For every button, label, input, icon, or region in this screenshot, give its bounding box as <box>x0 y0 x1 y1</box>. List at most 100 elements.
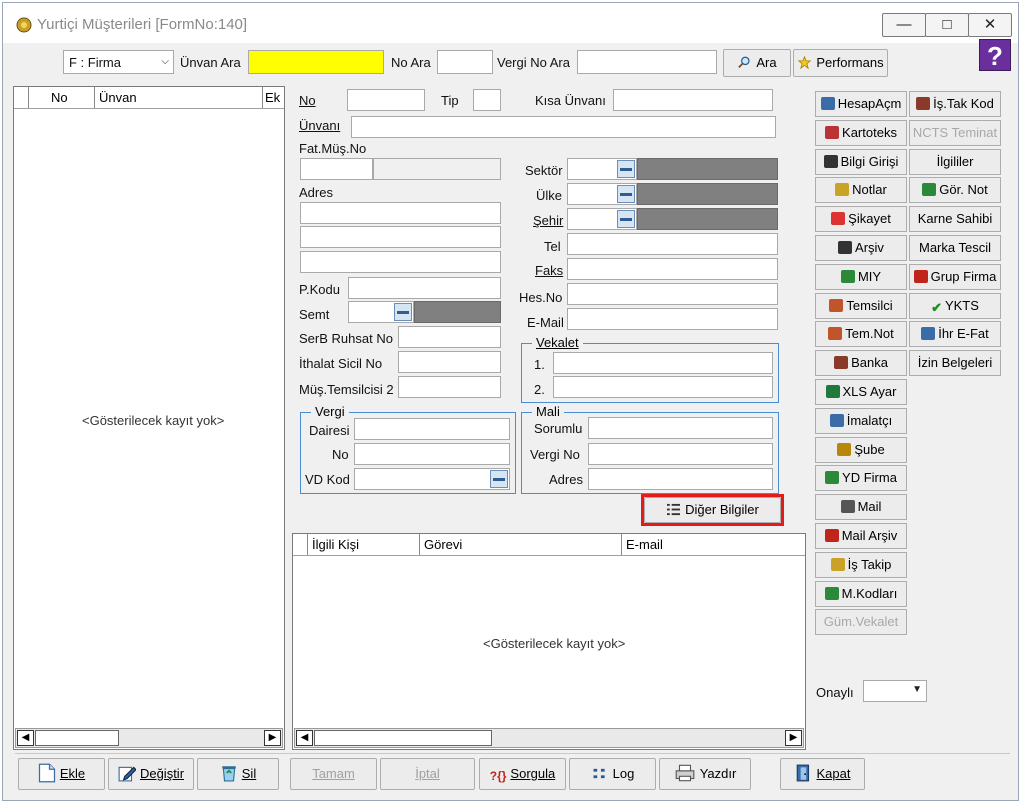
email-field[interactable] <box>567 308 778 330</box>
help-icon[interactable]: ? <box>979 39 1011 71</box>
sil-button[interactable]: Sil <box>197 758 279 790</box>
scroll-right-icon[interactable]: ▶ <box>264 730 281 746</box>
mali-adres-field[interactable] <box>588 468 773 490</box>
right-button-col2-8[interactable]: İhr E-Fat <box>909 321 1001 348</box>
right-button-col1-13[interactable]: YD Firma <box>815 465 907 492</box>
scroll-right-icon[interactable]: ▶ <box>785 730 802 746</box>
right-button-col1-7[interactable]: Temsilci <box>815 292 907 319</box>
hes-no-field[interactable] <box>567 283 778 305</box>
mus-temsilcisi2-field[interactable] <box>398 376 501 398</box>
right-button-col1-8[interactable]: Tem.Not <box>815 321 907 348</box>
right-button-col1-17[interactable]: M.Kodları <box>815 580 907 607</box>
vergi-no-field[interactable] <box>354 443 510 465</box>
contacts-scrollbar[interactable]: ◀ ▶ <box>294 728 804 748</box>
no-search-input[interactable] <box>437 50 493 74</box>
adres-line3-field[interactable] <box>300 251 501 273</box>
onayli-combo[interactable]: ▼ <box>863 680 927 702</box>
adres-line2-field[interactable] <box>300 226 501 248</box>
vekalet-row2-field[interactable] <box>553 376 773 398</box>
column-header-ilgili-kisi[interactable]: İlgili Kişi <box>307 534 419 555</box>
semt-field[interactable] <box>348 301 414 323</box>
ekle-button[interactable]: Ekle <box>18 758 105 790</box>
right-button-col2-3[interactable]: Gör. Not <box>909 177 1001 204</box>
sektor-lookup-icon[interactable] <box>617 160 635 178</box>
right-button-col1-11[interactable]: İmalatçı <box>815 407 907 434</box>
right-button-col1-9[interactable]: Banka <box>815 350 907 377</box>
vekalet-row1-field[interactable] <box>553 352 773 374</box>
fat-mus-no-field[interactable] <box>300 158 373 180</box>
right-button-label: Mail <box>857 499 882 515</box>
iptal-button[interactable]: İptal <box>380 758 475 790</box>
yazdir-button[interactable]: Yazdır <box>659 758 751 790</box>
ulke-lookup-icon[interactable] <box>617 185 635 203</box>
semt-lookup-icon[interactable] <box>394 303 412 321</box>
sehir-field[interactable] <box>567 208 637 230</box>
right-button-col1-16[interactable]: İş Takip <box>815 551 907 578</box>
right-button-col2-7[interactable]: ✔ YKTS <box>909 292 1001 319</box>
log-button[interactable]: Log <box>569 758 656 790</box>
column-header-no[interactable]: No <box>28 87 94 108</box>
right-button-col2-2[interactable]: İlgililer <box>909 148 1001 175</box>
serb-ruhsat-no-field[interactable] <box>398 326 501 348</box>
adres-line1-field[interactable] <box>300 202 501 224</box>
right-button-col1-0[interactable]: HesapAçm <box>815 91 907 117</box>
type-combo[interactable]: F : Firma ⌵ <box>63 50 174 74</box>
scroll-thumb[interactable] <box>35 730 119 746</box>
no-field[interactable] <box>347 89 425 111</box>
performans-button[interactable]: Performans <box>793 49 888 77</box>
faks-field[interactable] <box>567 258 778 280</box>
column-header-ek[interactable]: Ek <box>262 87 284 108</box>
right-button-col1-6[interactable]: MIY <box>815 263 907 290</box>
degistir-button[interactable]: Değiştir <box>108 758 194 790</box>
mali-sorumlu-field[interactable] <box>588 417 773 439</box>
right-button-col1-12[interactable]: Şube <box>815 436 907 463</box>
right-button-col2-9[interactable]: İzin Belgeleri <box>909 350 1001 377</box>
right-button-col2-0[interactable]: İş.Tak Kod <box>909 91 1001 117</box>
scroll-left-icon[interactable]: ◀ <box>17 730 34 746</box>
scroll-thumb[interactable] <box>314 730 492 746</box>
customer-list-grid[interactable]: No Ünvan Ek <Gösterilecek kayıt yok> ◀ ▶ <box>13 86 285 750</box>
right-button-col1-18[interactable]: Güm.Vekalet <box>815 609 907 636</box>
right-button-col1-3[interactable]: Notlar <box>815 177 907 204</box>
column-header-gorevi[interactable]: Görevi <box>419 534 621 555</box>
right-button-col1-10[interactable]: XLS Ayar <box>815 379 907 405</box>
close-button[interactable]: ✕ <box>968 13 1012 37</box>
right-button-col2-5[interactable]: Marka Tescil <box>909 235 1001 261</box>
contacts-grid[interactable]: İlgili Kişi Görevi E-mail <Gösterilecek … <box>292 533 806 750</box>
right-button-col2-1[interactable]: NCTS Teminat <box>909 119 1001 146</box>
tel-field[interactable] <box>567 233 778 255</box>
sorgula-button[interactable]: ?{} Sorgula <box>479 758 566 790</box>
maximize-button[interactable]: □ <box>925 13 969 37</box>
vergi-no-search-input[interactable] <box>577 50 717 74</box>
right-button-label: Banka <box>851 355 888 371</box>
kapat-button[interactable]: Kapat <box>780 758 865 790</box>
right-button-col1-4[interactable]: Şikayet <box>815 206 907 233</box>
vd-kod-field[interactable] <box>354 468 510 490</box>
unvani-field[interactable] <box>351 116 776 138</box>
kisa-unvan-field[interactable] <box>613 89 773 111</box>
unvan-search-input[interactable] <box>248 50 384 74</box>
tamam-button[interactable]: Tamam <box>290 758 377 790</box>
ulke-field[interactable] <box>567 183 637 205</box>
right-button-col1-1[interactable]: Kartoteks <box>815 119 907 146</box>
right-button-col2-4[interactable]: Karne Sahibi <box>909 206 1001 233</box>
ara-button[interactable]: Ara <box>723 49 791 77</box>
scroll-left-icon[interactable]: ◀ <box>296 730 313 746</box>
right-button-col1-14[interactable]: Mail <box>815 494 907 521</box>
vergi-dairesi-field[interactable] <box>354 418 510 440</box>
right-button-col1-15[interactable]: Mail Arşiv <box>815 523 907 549</box>
ithalat-sicil-no-field[interactable] <box>398 351 501 373</box>
right-button-col1-5[interactable]: Arşiv <box>815 235 907 261</box>
right-button-col2-6[interactable]: Grup Firma <box>909 263 1001 290</box>
column-header-email[interactable]: E-mail <box>621 534 805 555</box>
vd-kod-lookup-icon[interactable] <box>490 470 508 488</box>
customer-list-scrollbar[interactable]: ◀ ▶ <box>15 728 283 748</box>
tip-field[interactable] <box>473 89 501 111</box>
column-header-unvan[interactable]: Ünvan <box>94 87 262 108</box>
sehir-lookup-icon[interactable] <box>617 210 635 228</box>
mali-vergi-no-field[interactable] <box>588 443 773 465</box>
sektor-field[interactable] <box>567 158 637 180</box>
p-kodu-field[interactable] <box>348 277 501 299</box>
right-button-col1-2[interactable]: Bilgi Girişi <box>815 148 907 175</box>
minimize-button[interactable]: — <box>882 13 926 37</box>
